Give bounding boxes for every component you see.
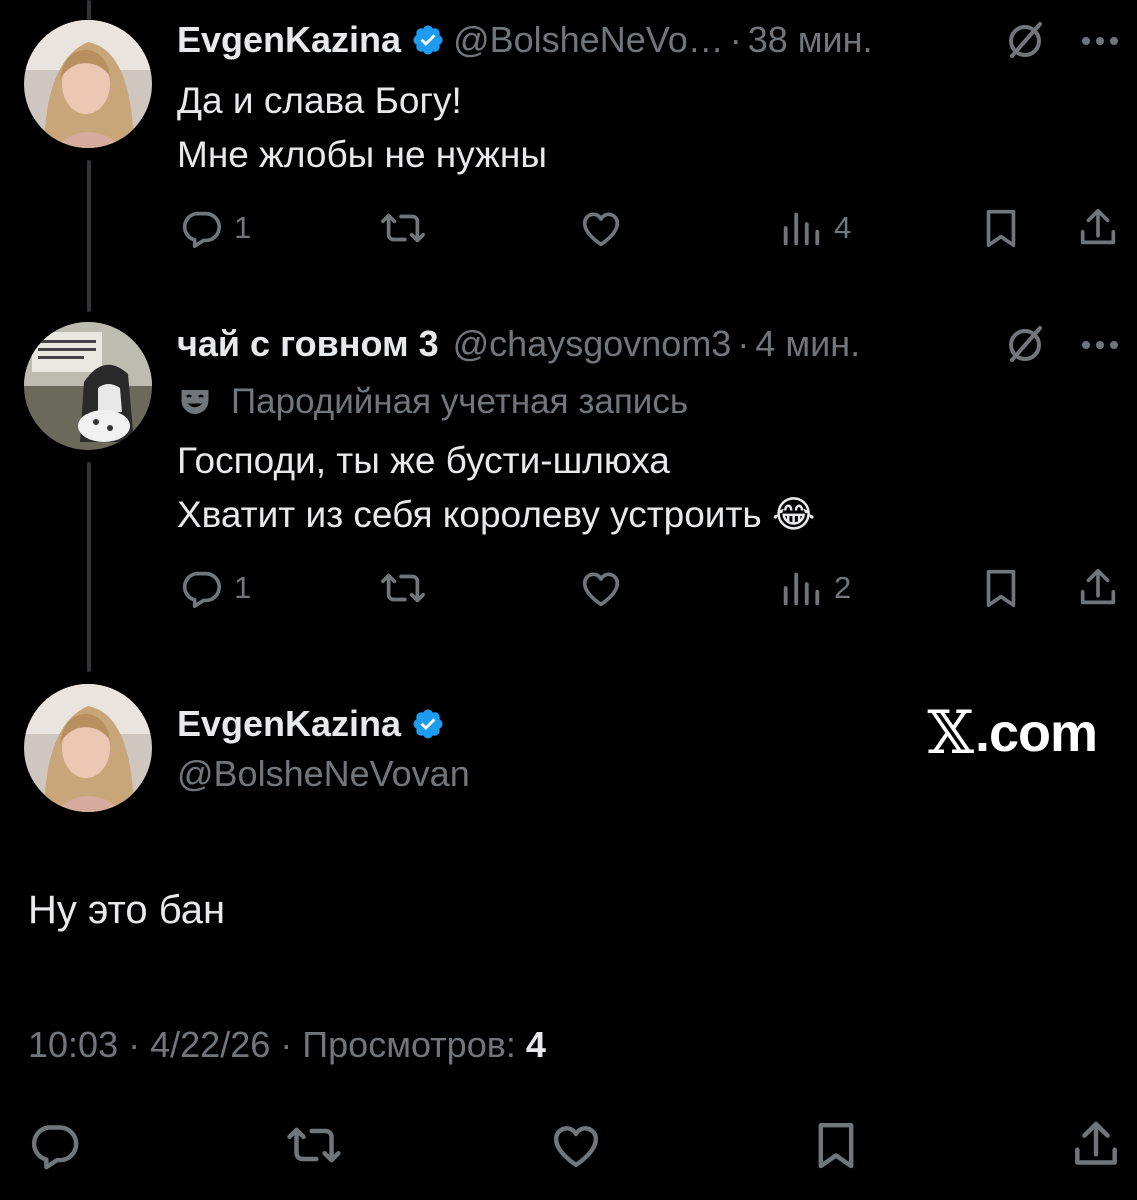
reply-button[interactable] — [26, 1110, 82, 1180]
handle[interactable]: @chaysgovnom3 — [453, 323, 732, 365]
timestamp[interactable]: 38 мин. — [748, 19, 873, 61]
display-name[interactable]: EvgenKazina — [177, 19, 401, 61]
like-button[interactable] — [578, 558, 624, 618]
views-button[interactable]: 2 — [778, 558, 851, 618]
tweet-text-line: Хватит из себя королеву устроить 😂 — [177, 494, 816, 535]
tweet-text-line: Да и слава Богу! — [177, 80, 462, 121]
display-name[interactable]: EvgenKazina — [177, 703, 401, 745]
tweet-actions: 1 4 — [0, 198, 1137, 258]
avatar[interactable] — [24, 684, 152, 812]
views-icon — [783, 572, 820, 606]
bookmark-button[interactable] — [978, 558, 1024, 618]
reply-button[interactable]: 1 — [178, 558, 251, 618]
main-tweet-text: Ну это бан — [28, 888, 226, 932]
tweet-time[interactable]: 10:03 — [28, 1024, 118, 1065]
x-com-watermark: 𝕏 .com — [927, 698, 1098, 768]
grok-icon[interactable] — [1000, 320, 1050, 370]
tweet-meta: 10:03 · 4/22/26 · Просмотров: 4 — [28, 1024, 546, 1066]
tweet-text-line: Мне жлобы не нужны — [177, 134, 547, 175]
watermark-text: .com — [974, 703, 1098, 763]
display-name[interactable]: чай с говном 3 — [177, 323, 439, 365]
like-icon — [582, 572, 620, 607]
tweet-header: EvgenKazina @BolsheNeVo… · 38 мин. — [177, 18, 873, 62]
tweet-header: чай с говном 3 @chaysgovnom3 · 4 мин. — [177, 322, 860, 366]
parody-mask-icon — [181, 390, 209, 414]
bookmark-button[interactable] — [978, 198, 1024, 258]
reply-count: 1 — [234, 210, 252, 245]
retweet-icon — [381, 213, 425, 243]
handle[interactable]: @BolsheNeVovan — [177, 753, 470, 795]
avatar[interactable] — [24, 20, 152, 148]
like-icon — [553, 1126, 599, 1168]
separator: · — [280, 1024, 293, 1065]
retweet-button[interactable] — [286, 1110, 342, 1180]
bookmark-button[interactable] — [808, 1110, 864, 1180]
bookmark-icon — [986, 569, 1016, 608]
reply-icon — [182, 211, 222, 249]
separator: · — [737, 323, 750, 364]
share-button[interactable] — [1068, 1110, 1124, 1180]
author-handle-row: @BolsheNeVovan — [177, 752, 470, 796]
timestamp[interactable]: 4 мин. — [755, 323, 860, 365]
avatar[interactable] — [24, 322, 152, 450]
bookmark-icon — [986, 209, 1016, 248]
grok-icon[interactable] — [1000, 16, 1050, 66]
retweet-icon — [381, 573, 425, 603]
parody-label: Пародийная учетная запись — [177, 378, 688, 426]
x-logo-icon: 𝕏 — [927, 698, 974, 768]
views-button[interactable]: 4 — [778, 198, 851, 258]
retweet-icon — [287, 1127, 341, 1163]
views-label: Просмотров: — [302, 1024, 516, 1065]
retweet-button[interactable] — [380, 558, 426, 618]
tweet-actions: 1 2 — [0, 558, 1137, 618]
more-icon[interactable] — [1080, 338, 1120, 352]
share-icon — [1080, 208, 1116, 245]
share-button[interactable] — [1075, 558, 1121, 618]
views-count: 2 — [834, 570, 852, 605]
separator: · — [128, 1024, 141, 1065]
verified-badge-icon — [411, 23, 445, 57]
parody-text: Пародийная учетная запись — [231, 382, 689, 421]
views-count: 4 — [834, 210, 852, 245]
separator: · — [729, 19, 742, 60]
thread-line — [87, 0, 91, 20]
reply-count: 1 — [234, 570, 252, 605]
tweet-text-line: Господи, ты же бусти-шлюха — [177, 440, 670, 481]
like-button[interactable] — [548, 1110, 604, 1180]
share-icon — [1080, 568, 1116, 605]
reply-icon — [31, 1125, 79, 1170]
reply-button[interactable]: 1 — [178, 198, 251, 258]
verified-badge-icon — [411, 707, 445, 741]
main-tweet-actions — [0, 1110, 1137, 1180]
share-icon — [1075, 1121, 1117, 1165]
tweet-date[interactable]: 4/22/26 — [150, 1024, 270, 1065]
views-icon — [783, 212, 820, 246]
like-button[interactable] — [578, 198, 624, 258]
bookmark-icon — [818, 1122, 854, 1169]
author-name-row: EvgenKazina — [177, 702, 453, 746]
retweet-button[interactable] — [380, 198, 426, 258]
views-count: 4 — [525, 1024, 546, 1065]
reply-icon — [182, 571, 222, 609]
share-button[interactable] — [1075, 198, 1121, 258]
handle[interactable]: @BolsheNeVo… — [453, 19, 724, 61]
more-icon[interactable] — [1080, 34, 1120, 48]
like-icon — [582, 212, 620, 247]
